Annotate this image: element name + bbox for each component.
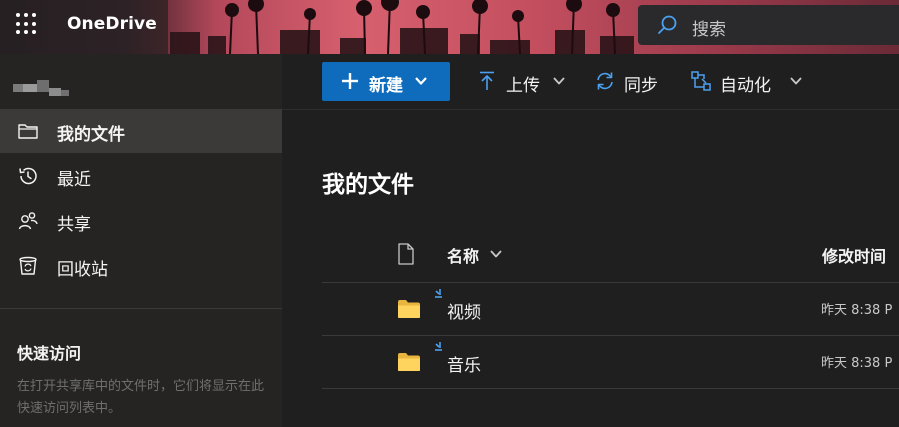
sidebar-item-label: 共享	[57, 215, 91, 235]
table-row[interactable]: 视频 昨天 8:38 P	[322, 283, 899, 335]
search-icon	[658, 15, 677, 34]
column-header-name[interactable]: 名称	[447, 243, 502, 267]
folder-icon	[398, 300, 420, 318]
new-button[interactable]: 新建	[322, 62, 450, 101]
page-title: 我的文件	[322, 172, 414, 198]
sidebar-item-my-files[interactable]: 我的文件	[0, 109, 282, 153]
search-input[interactable]: 搜索	[638, 5, 899, 45]
suite-header: OneDrive 搜索	[0, 0, 899, 54]
sidebar-item-recent[interactable]: 最近	[0, 154, 282, 198]
sidebar-item-recycle-bin[interactable]: 回收站	[0, 244, 282, 288]
chevron-down-icon	[415, 77, 427, 85]
chevron-down-icon	[553, 77, 565, 85]
file-name[interactable]: 音乐	[447, 351, 481, 376]
sync-icon	[597, 72, 613, 90]
quick-access-description: 在打开共享库中的文件时，它们将显示在此快速访问列表中。	[17, 379, 265, 416]
history-icon	[19, 167, 37, 185]
column-header-name-label: 名称	[447, 247, 480, 266]
sidebar-item-label: 我的文件	[57, 125, 125, 145]
new-button-label: 新建	[369, 76, 403, 96]
app-launcher-icon[interactable]	[16, 13, 38, 35]
folder-icon	[18, 124, 38, 139]
automate-label: 自动化	[720, 76, 771, 96]
sidebar-divider	[0, 308, 282, 309]
file-modified: 昨天 8:38 P	[821, 303, 893, 318]
folder-icon	[398, 353, 420, 371]
account-name-blurred[interactable]	[13, 76, 71, 98]
app-title[interactable]: OneDrive	[67, 14, 157, 34]
sidebar-item-label: 回收站	[57, 260, 108, 280]
quick-access-title: 快速访问	[17, 344, 82, 363]
command-bar: 新建 上传 同步 自动化	[282, 54, 899, 110]
left-nav: 我的文件 最近 共享 回收站 快速访问 在打开共享库中的文件时，它们将显示在此快…	[0, 54, 282, 427]
file-name[interactable]: 视频	[447, 298, 481, 323]
chevron-down-icon	[790, 77, 802, 85]
row-divider	[322, 388, 899, 389]
automate-button[interactable]: 自动化	[690, 62, 802, 101]
table-row[interactable]: 音乐 昨天 8:38 P	[322, 336, 899, 388]
sidebar-item-shared[interactable]: 共享	[0, 199, 282, 243]
upload-icon	[480, 71, 494, 90]
upload-button[interactable]: 上传	[476, 62, 568, 101]
sync-label: 同步	[624, 76, 658, 96]
file-modified: 昨天 8:38 P	[821, 356, 893, 371]
sync-button[interactable]: 同步	[594, 62, 664, 101]
plus-icon	[342, 73, 358, 89]
chevron-down-icon	[490, 250, 502, 258]
recycle-bin-icon	[19, 256, 37, 275]
onedrive-window: OneDrive 搜索 我的文件 最近 共享 回收站 快速访问 在打开共享库中的…	[0, 0, 899, 427]
sidebar-item-label: 最近	[57, 170, 91, 190]
column-header-modified[interactable]: 修改时间	[822, 243, 886, 267]
automate-icon	[691, 71, 711, 91]
file-type-icon	[398, 243, 414, 265]
upload-label: 上传	[506, 76, 540, 96]
people-icon	[18, 212, 38, 230]
search-placeholder: 搜索	[692, 20, 726, 40]
